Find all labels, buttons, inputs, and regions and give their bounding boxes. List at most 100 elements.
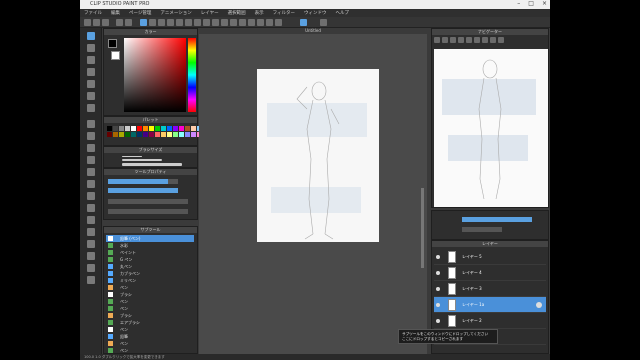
sub-tool-item[interactable]: ブラシ (106, 291, 194, 298)
canvas-tab[interactable]: Untitled (199, 28, 427, 34)
flip-icon[interactable] (266, 19, 273, 26)
lasso-icon[interactable] (87, 92, 95, 100)
reset-rotation-icon[interactable] (482, 37, 488, 43)
menu-layer[interactable]: レイヤー (201, 10, 219, 16)
stabilizer-icon[interactable] (320, 19, 327, 26)
palette-swatch[interactable] (119, 132, 124, 137)
palette-swatch[interactable] (137, 126, 142, 131)
hide-icon[interactable] (230, 19, 237, 26)
sub-tool-item[interactable]: エアブラシ (106, 319, 194, 326)
sub-tool-item[interactable]: ブラシ (106, 312, 194, 319)
palette-swatch[interactable] (161, 126, 166, 131)
blend-icon[interactable] (87, 192, 95, 200)
palette-swatch[interactable] (191, 126, 196, 131)
palette-swatch[interactable] (119, 126, 124, 131)
palette-swatch[interactable] (161, 132, 166, 137)
antialias-icon[interactable] (300, 19, 307, 26)
palette-swatch[interactable] (107, 126, 112, 131)
flip-horizontal-icon[interactable] (490, 37, 496, 43)
clear-icon[interactable] (176, 19, 183, 26)
zoom-in-icon[interactable] (434, 37, 440, 43)
text-icon[interactable] (87, 228, 95, 236)
airbrush-icon[interactable] (87, 156, 95, 164)
eraser-icon[interactable] (87, 180, 95, 188)
palette-swatch[interactable] (125, 132, 130, 137)
new-file-icon[interactable] (84, 19, 91, 26)
palette-swatch[interactable] (191, 132, 196, 137)
layer-opacity-slider[interactable] (462, 217, 532, 222)
palette-swatch[interactable] (131, 126, 136, 131)
palette-swatch[interactable] (173, 132, 178, 137)
brush-size-slider[interactable] (108, 179, 178, 184)
sub-tool-item[interactable]: 丸ペン (106, 263, 194, 270)
correct-line-icon[interactable] (87, 276, 95, 284)
grid-icon[interactable] (149, 19, 156, 26)
canvas-area[interactable]: Untitled (199, 28, 427, 354)
brush-size-preset[interactable] (122, 163, 182, 166)
menu-window[interactable]: ウィンドウ (304, 10, 327, 16)
eye-icon[interactable] (436, 271, 440, 275)
invert-icon[interactable] (212, 19, 219, 26)
layer-row[interactable]: レイヤー 3 (434, 281, 546, 297)
palette-swatch[interactable] (179, 126, 184, 131)
pen-icon[interactable] (87, 120, 95, 128)
menu-file[interactable]: ファイル (84, 10, 102, 16)
rotate-right-icon[interactable] (474, 37, 480, 43)
palette-swatch[interactable] (173, 126, 178, 131)
sub-tool-item[interactable]: ペン (106, 298, 194, 305)
show-icon[interactable] (221, 19, 228, 26)
layer-row[interactable]: レイヤー 1a (434, 297, 546, 313)
opacity-slider[interactable] (108, 188, 178, 193)
menu-page[interactable]: ページ管理 (129, 10, 151, 16)
sub-tool-item[interactable]: ペイント (106, 249, 194, 256)
undo-icon[interactable] (116, 19, 123, 26)
flip-vertical-icon[interactable] (498, 37, 504, 43)
palette-swatch[interactable] (113, 126, 118, 131)
reset-icon[interactable] (275, 19, 282, 26)
deselect-icon[interactable] (203, 19, 210, 26)
layer-row[interactable]: レイヤー 5 (434, 249, 546, 265)
snap-icon[interactable] (140, 19, 147, 26)
sub-tool-item[interactable]: 鉛筆 (106, 333, 194, 340)
eyedropper-icon[interactable] (87, 104, 95, 112)
sub-tool-item[interactable]: カブラペン (106, 270, 194, 277)
eye-icon[interactable] (436, 287, 440, 291)
palette-swatch[interactable] (143, 126, 148, 131)
ruler-tool-icon[interactable] (87, 264, 95, 272)
crop-icon[interactable] (239, 19, 246, 26)
ruler-icon[interactable] (158, 19, 165, 26)
eye-icon[interactable] (436, 255, 440, 259)
selection-tool-icon[interactable] (87, 80, 95, 88)
layer-row[interactable]: レイヤー 2 (434, 313, 546, 329)
sub-tool-item[interactable]: ペン (106, 305, 194, 312)
sub-tool-item[interactable]: G ペン (106, 256, 194, 263)
eye-icon[interactable] (436, 303, 440, 307)
canvas-scrollbar[interactable] (421, 188, 424, 268)
close-icon[interactable]: × (542, 0, 547, 7)
brush-icon[interactable] (87, 144, 95, 152)
palette-swatch[interactable] (107, 132, 112, 137)
menu-selection[interactable]: 選択範囲 (228, 10, 246, 16)
palette-swatch[interactable] (167, 132, 172, 137)
foreground-color-swatch[interactable] (108, 39, 117, 48)
palette-swatch[interactable] (113, 132, 118, 137)
sub-tool-item[interactable]: ペン (106, 347, 194, 354)
sub-tool-item[interactable]: ペン (106, 340, 194, 347)
menu-filter[interactable]: フィルター (273, 10, 295, 16)
move-tool-icon[interactable] (87, 44, 95, 52)
palette-swatch[interactable] (149, 132, 154, 137)
brush-size-preset[interactable] (122, 159, 162, 161)
sub-tool-item[interactable]: 水彩 (106, 242, 194, 249)
palette-swatch[interactable] (143, 132, 148, 137)
rotate-icon[interactable] (257, 19, 264, 26)
layer-settings-icon[interactable] (536, 302, 542, 308)
hue-slider[interactable] (188, 38, 196, 112)
palette-swatch[interactable] (185, 132, 190, 137)
palette-swatch[interactable] (185, 126, 190, 131)
palette-swatch[interactable] (137, 132, 142, 137)
sub-tool-item[interactable]: 鉛筆 (ペン) (106, 235, 194, 242)
zoom-icon[interactable] (248, 19, 255, 26)
actual-size-icon[interactable] (458, 37, 464, 43)
redo-icon[interactable] (125, 19, 132, 26)
palette-swatch[interactable] (167, 126, 172, 131)
